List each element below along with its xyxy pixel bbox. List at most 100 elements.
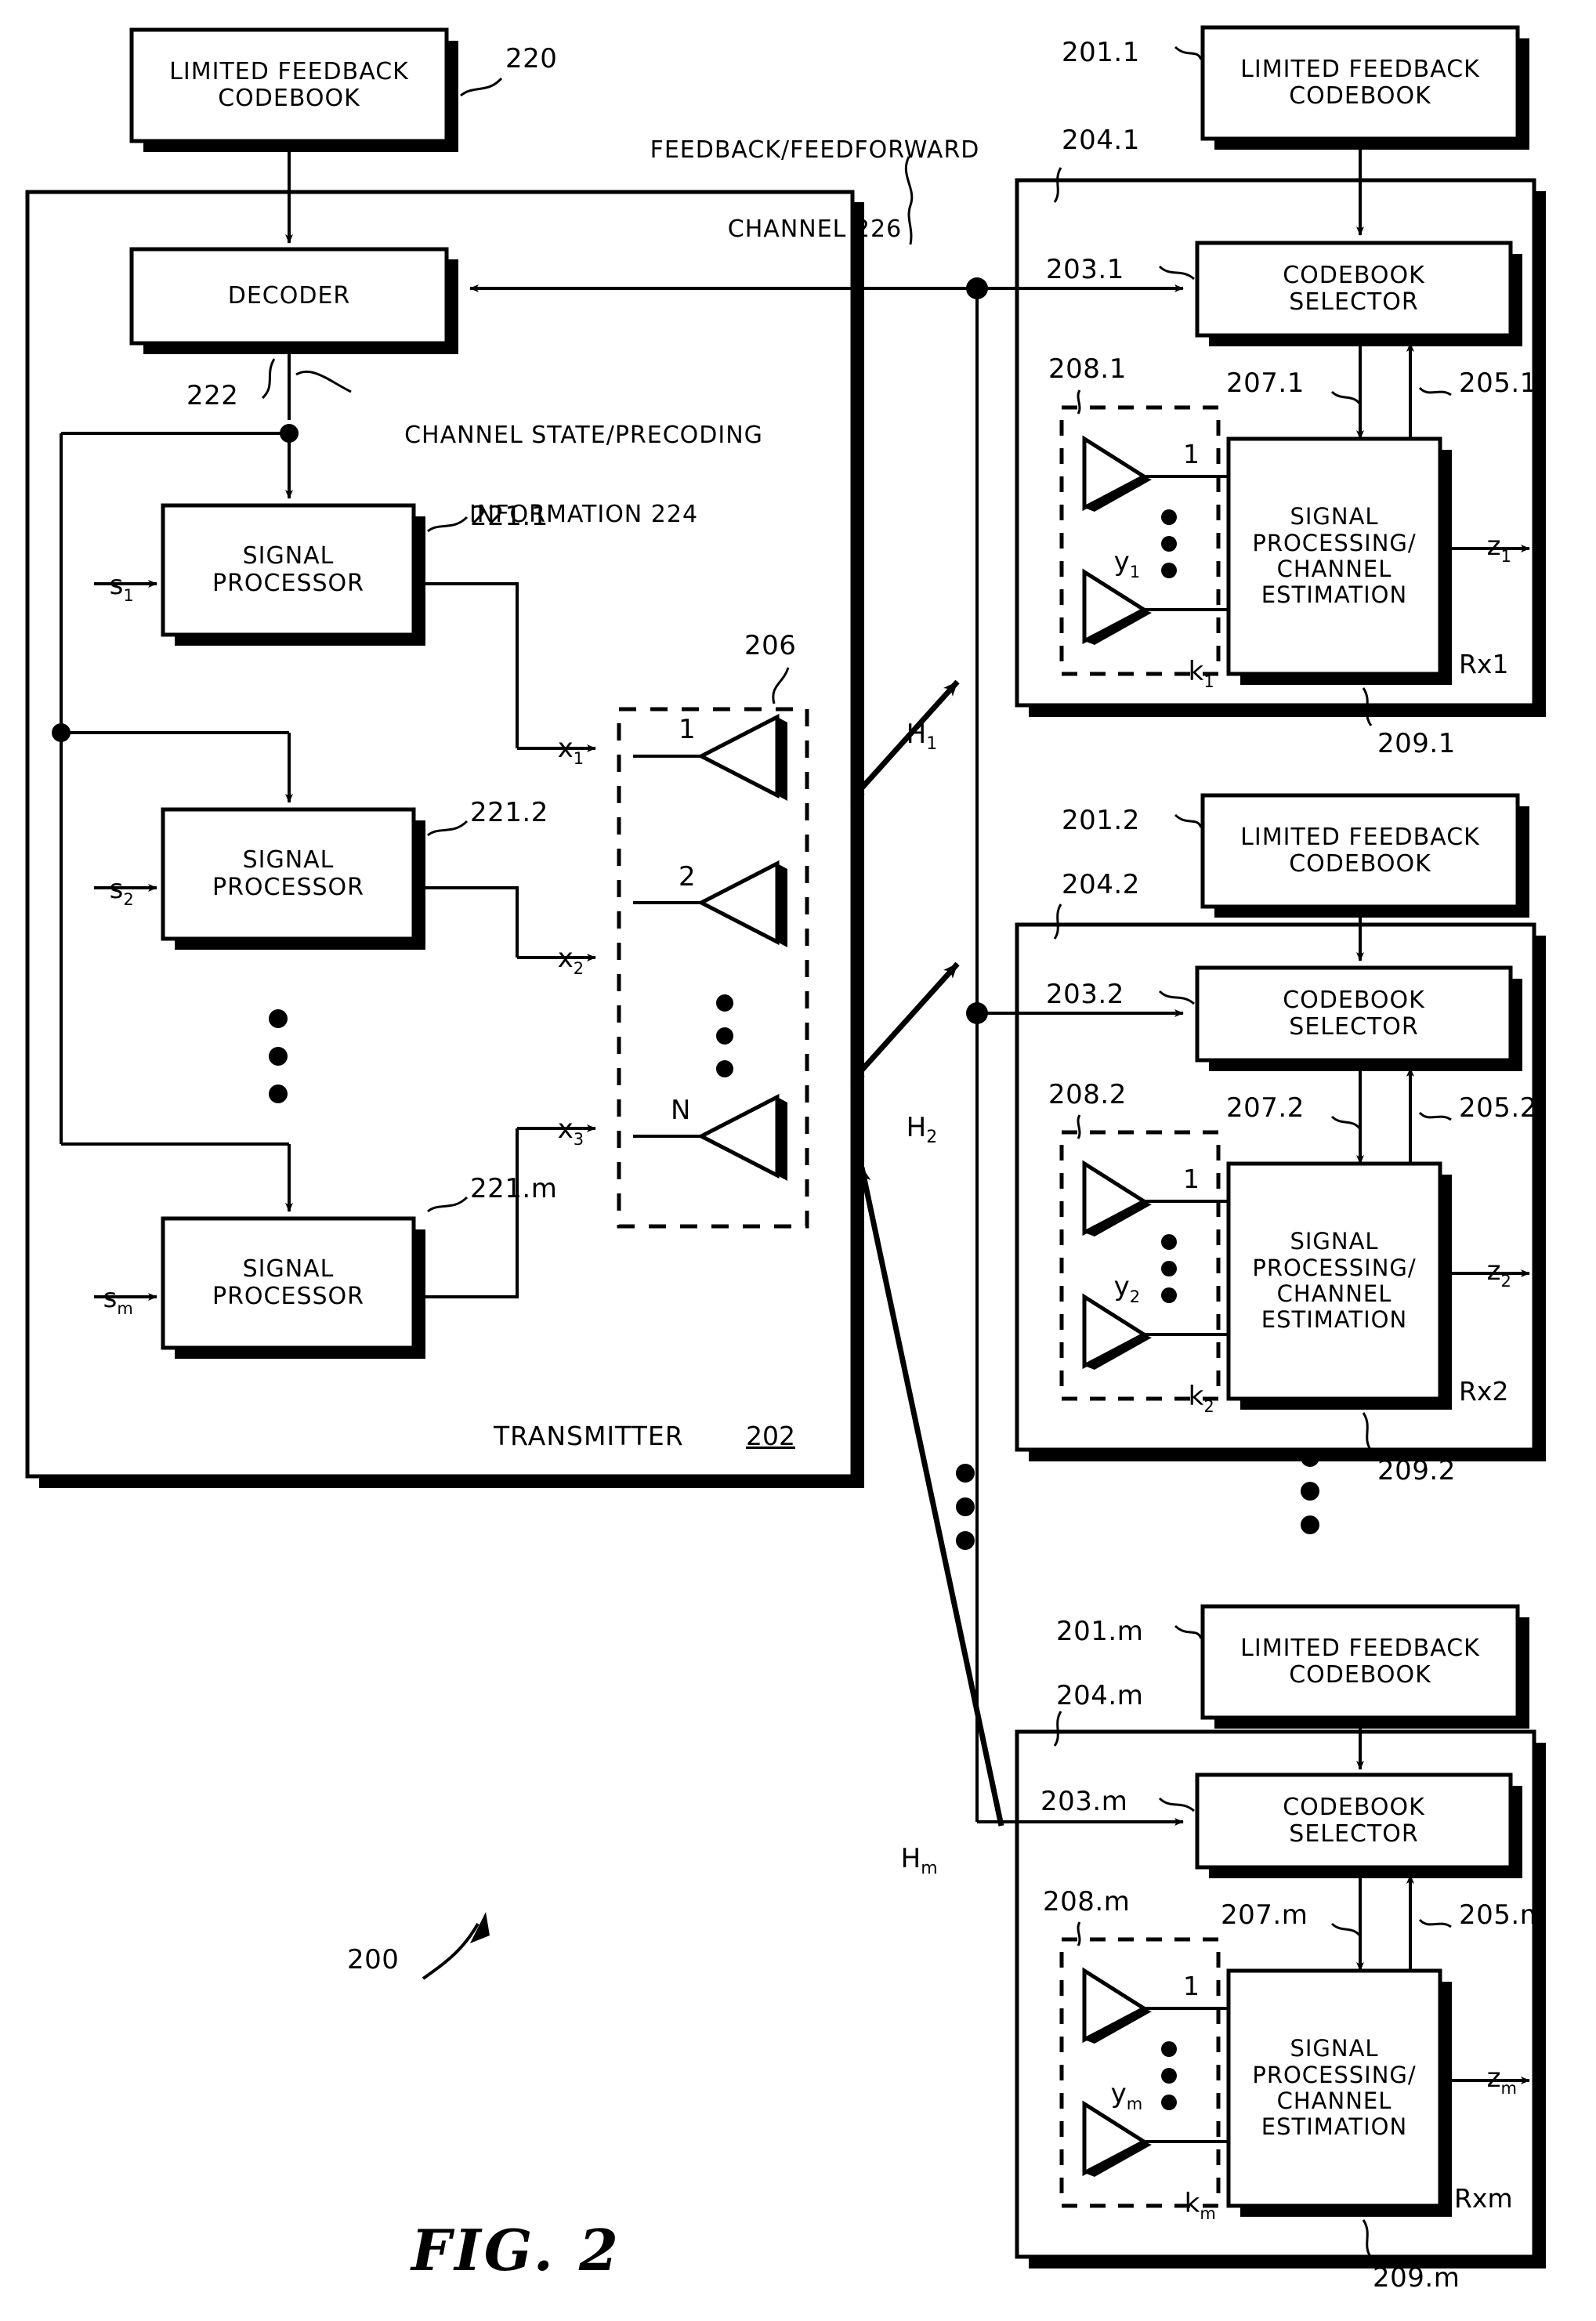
- antenna-element-1-label: 1: [679, 714, 696, 745]
- rx2-antenna-top-label: 1: [1183, 1164, 1200, 1194]
- rx1-proc-line3: CHANNEL: [1276, 556, 1392, 582]
- ref-201-1: 201.1: [1062, 37, 1140, 68]
- signal-x3: x3: [557, 1113, 584, 1150]
- rx2-received-signal-label: y2: [1113, 1271, 1141, 1307]
- ref-221-2: 221.2: [470, 797, 548, 828]
- decoder-label: DECODER: [227, 281, 351, 310]
- rx2-codebook-line2: CODEBOOK: [1289, 850, 1431, 878]
- ref-203-1: 203.1: [1046, 254, 1124, 285]
- ref-209-m: 209.m: [1373, 2262, 1460, 2294]
- rx1-selector-line1: CODEBOOK: [1283, 261, 1425, 289]
- transmitter-label: TRANSMITTER: [494, 1421, 684, 1451]
- tx-codebook-box: LIMITED FEEDBACK CODEBOOK: [132, 30, 447, 141]
- ref-206: 206: [744, 630, 797, 661]
- rx2-selector-line1: CODEBOOK: [1283, 986, 1425, 1014]
- rx2-selector-box: CODEBOOK SELECTOR: [1197, 968, 1511, 1060]
- ref-204-1: 204.1: [1062, 125, 1140, 156]
- rxm-selector-line1: CODEBOOK: [1283, 1793, 1425, 1821]
- ref-209-2: 209.2: [1377, 1455, 1456, 1486]
- channel-h2-label: H2: [906, 1112, 938, 1148]
- rx1-proc-line2: PROCESSING/: [1252, 529, 1417, 556]
- input-s2: s2: [109, 874, 134, 910]
- channel-hm-label: Hm: [900, 1843, 938, 1879]
- rxm-processor-box: SIGNAL PROCESSING/ CHANNEL ESTIMATION: [1229, 1971, 1440, 2206]
- rxm-output-label: zm: [1486, 2062, 1517, 2098]
- ref-203-2: 203.2: [1046, 979, 1124, 1010]
- ref-207-m: 207.m: [1221, 1899, 1308, 1931]
- rxm-proc-line4: ESTIMATION: [1261, 2113, 1408, 2141]
- decoder-box: DECODER: [132, 249, 447, 343]
- rx1-codebook-box: LIMITED FEEDBACK CODEBOOK: [1203, 27, 1518, 139]
- rxm-proc-line2: PROCESSING/: [1252, 2061, 1417, 2088]
- ref-207-2: 207.2: [1226, 1092, 1305, 1124]
- spm-line1: SIGNAL: [242, 1255, 335, 1283]
- rx2-proc-line3: CHANNEL: [1276, 1280, 1392, 1307]
- channel-title-line2: CHANNEL 226: [727, 215, 903, 243]
- ref-208-1: 208.1: [1048, 353, 1127, 385]
- figure-caption: FIG. 2: [411, 2217, 621, 2283]
- ref-201-2: 201.2: [1062, 805, 1140, 836]
- channel-state-line1: CHANNEL STATE/PRECODING: [404, 422, 763, 450]
- rxm-selector-line2: SELECTOR: [1289, 1820, 1419, 1848]
- ref-201-m: 201.m: [1056, 1616, 1144, 1647]
- rxm-antenna-top-label: 1: [1183, 1971, 1200, 2001]
- rx1-codebook-line2: CODEBOOK: [1289, 82, 1431, 110]
- sp1-line1: SIGNAL: [242, 542, 335, 570]
- sp2-line2: PROCESSOR: [212, 873, 364, 901]
- ref-203-m: 203.m: [1040, 1786, 1128, 1817]
- ref-208-2: 208.2: [1048, 1079, 1127, 1110]
- ref-221-1: 221.1: [470, 501, 548, 532]
- rxm-received-signal-label: ym: [1110, 2078, 1143, 2114]
- signal-processor-2-box: SIGNAL PROCESSOR: [163, 809, 414, 939]
- rxm-codebook-line2: CODEBOOK: [1289, 1661, 1431, 1689]
- ref-204-m: 204.m: [1056, 1680, 1144, 1711]
- ref-205-1: 205.1: [1459, 368, 1537, 399]
- rx1-codebook-line1: LIMITED FEEDBACK: [1240, 55, 1480, 83]
- patent-figure-2: LIMITED FEEDBACK CODEBOOK 220 FEEDBACK/F…: [0, 0, 1596, 2321]
- rxm-antenna-bottom-label: km: [1184, 2188, 1216, 2224]
- sp1-line2: PROCESSOR: [212, 569, 364, 597]
- spm-line2: PROCESSOR: [212, 1282, 364, 1310]
- channel-title-line1: FEEDBACK/FEEDFORWARD: [650, 136, 980, 165]
- rx2-output-label: z2: [1486, 1255, 1511, 1291]
- rx1-output-label: z1: [1486, 530, 1511, 567]
- rx2-antenna-bottom-label: k2: [1188, 1381, 1214, 1417]
- rx2-selector-line2: SELECTOR: [1289, 1013, 1419, 1041]
- rxm-name-label: Rxm: [1454, 2183, 1513, 2214]
- ref-208-m: 208.m: [1043, 1886, 1131, 1917]
- rx1-processor-box: SIGNAL PROCESSING/ CHANNEL ESTIMATION: [1229, 439, 1440, 674]
- input-s1: s1: [109, 570, 134, 606]
- rxm-codebook-line1: LIMITED FEEDBACK: [1240, 1634, 1480, 1662]
- rx1-antenna-bottom-label: k1: [1188, 656, 1214, 692]
- transmitter-ref: 202: [746, 1421, 795, 1451]
- rx2-codebook-line1: LIMITED FEEDBACK: [1240, 823, 1480, 851]
- rx1-proc-line4: ESTIMATION: [1261, 581, 1408, 609]
- rxm-codebook-box: LIMITED FEEDBACK CODEBOOK: [1203, 1606, 1518, 1718]
- channel-state-info: CHANNEL STATE/PRECODING INFORMATION 224: [356, 370, 811, 554]
- rx2-proc-line1: SIGNAL: [1290, 1228, 1379, 1255]
- rxm-proc-line3: CHANNEL: [1276, 2087, 1392, 2114]
- rx2-proc-line2: PROCESSING/: [1252, 1254, 1417, 1281]
- sp2-line1: SIGNAL: [242, 846, 335, 874]
- ref-205-2: 205.2: [1459, 1092, 1537, 1124]
- rxm-proc-line1: SIGNAL: [1290, 2035, 1379, 2062]
- rx2-codebook-box: LIMITED FEEDBACK CODEBOOK: [1203, 795, 1518, 907]
- signal-processor-1-box: SIGNAL PROCESSOR: [163, 505, 414, 635]
- rx2-name-label: Rx2: [1459, 1376, 1509, 1407]
- rx1-selector-box: CODEBOOK SELECTOR: [1197, 243, 1511, 335]
- rxm-selector-box: CODEBOOK SELECTOR: [1197, 1775, 1511, 1867]
- ref-221-m: 221.m: [470, 1173, 558, 1204]
- input-sm: sm: [103, 1283, 133, 1319]
- rx1-selector-line2: SELECTOR: [1289, 288, 1419, 316]
- ref-209-1: 209.1: [1377, 728, 1456, 759]
- rx1-proc-line1: SIGNAL: [1290, 503, 1379, 530]
- rx1-received-signal-label: y1: [1113, 546, 1141, 582]
- signal-x1: x1: [557, 733, 584, 769]
- ref-204-2: 204.2: [1062, 869, 1140, 900]
- rx1-name-label: Rx1: [1459, 649, 1509, 679]
- rx2-processor-box: SIGNAL PROCESSING/ CHANNEL ESTIMATION: [1229, 1164, 1440, 1399]
- antenna-element-2-label: 2: [679, 861, 696, 893]
- ref-220: 220: [505, 43, 558, 74]
- signal-processor-m-box: SIGNAL PROCESSOR: [163, 1218, 414, 1348]
- rx2-proc-line4: ESTIMATION: [1261, 1306, 1408, 1334]
